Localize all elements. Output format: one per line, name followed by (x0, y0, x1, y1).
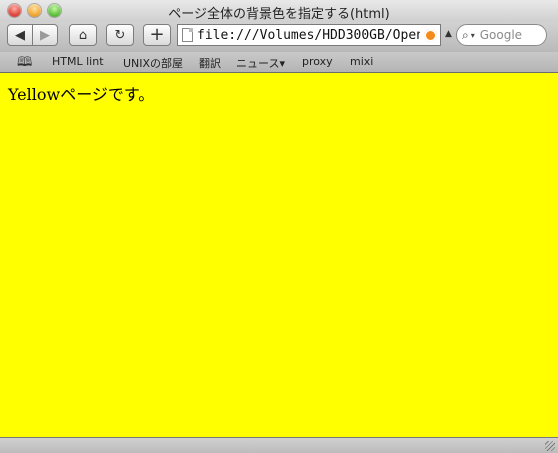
address-scroll-icon[interactable]: ▲ (445, 29, 452, 39)
bookmarks-bar: 🕮 HTML lint UNIXの部屋 翻訳 ニュース▾ proxy mixi (0, 52, 558, 73)
toolbar: ◀ ▶ ⌂ ↻ + file:///Volumes/HDD300GB/OpenS… (0, 22, 558, 52)
reload-icon: ↻ (114, 27, 126, 43)
search-placeholder: Google (479, 28, 523, 42)
home-icon: ⌂ (78, 27, 88, 43)
back-arrow-icon: ◀ (15, 27, 25, 43)
back-button[interactable]: ◀ (7, 24, 33, 46)
plus-icon: + (149, 24, 165, 45)
home-button[interactable]: ⌂ (69, 24, 97, 46)
add-bookmark-button[interactable]: + (143, 24, 171, 46)
resize-grip-icon[interactable] (545, 441, 555, 451)
page-content: Yellowページです。 (0, 73, 558, 437)
page-body-text: Yellowページです。 (8, 85, 155, 104)
bookmark-html-lint[interactable]: HTML lint (52, 55, 104, 68)
bookmark-unix-room[interactable]: UNIXの部屋 (123, 55, 183, 71)
reload-button[interactable]: ↻ (106, 24, 134, 46)
search-menu-caret-icon[interactable]: ▾ (471, 31, 475, 40)
bookmark-proxy[interactable]: proxy (302, 55, 333, 68)
status-bar (0, 437, 558, 453)
forward-arrow-icon: ▶ (40, 27, 50, 43)
browser-window: ページ全体の背景色を指定する(html) ◀ ▶ ⌂ ↻ + file:///V… (0, 0, 558, 453)
bookmark-translate[interactable]: 翻訳 (199, 55, 221, 71)
url-text[interactable]: file:///Volumes/HDD300GB/OpenSpac (197, 28, 420, 43)
book-icon[interactable]: 🕮 (17, 53, 32, 75)
document-icon (182, 28, 193, 42)
address-bar[interactable]: file:///Volumes/HDD300GB/OpenSpac (177, 24, 441, 46)
forward-button[interactable]: ▶ (32, 24, 58, 46)
title-bar[interactable]: ページ全体の背景色を指定する(html) (0, 0, 558, 22)
search-field[interactable]: ⌕ ▾ Google (456, 24, 547, 46)
magnifier-icon[interactable]: ⌕ (462, 28, 469, 43)
bookmark-mixi[interactable]: mixi (350, 55, 373, 68)
window-title: ページ全体の背景色を指定する(html) (168, 7, 390, 22)
snapback-icon[interactable] (424, 28, 437, 42)
bookmark-news-folder[interactable]: ニュース▾ (236, 55, 285, 71)
